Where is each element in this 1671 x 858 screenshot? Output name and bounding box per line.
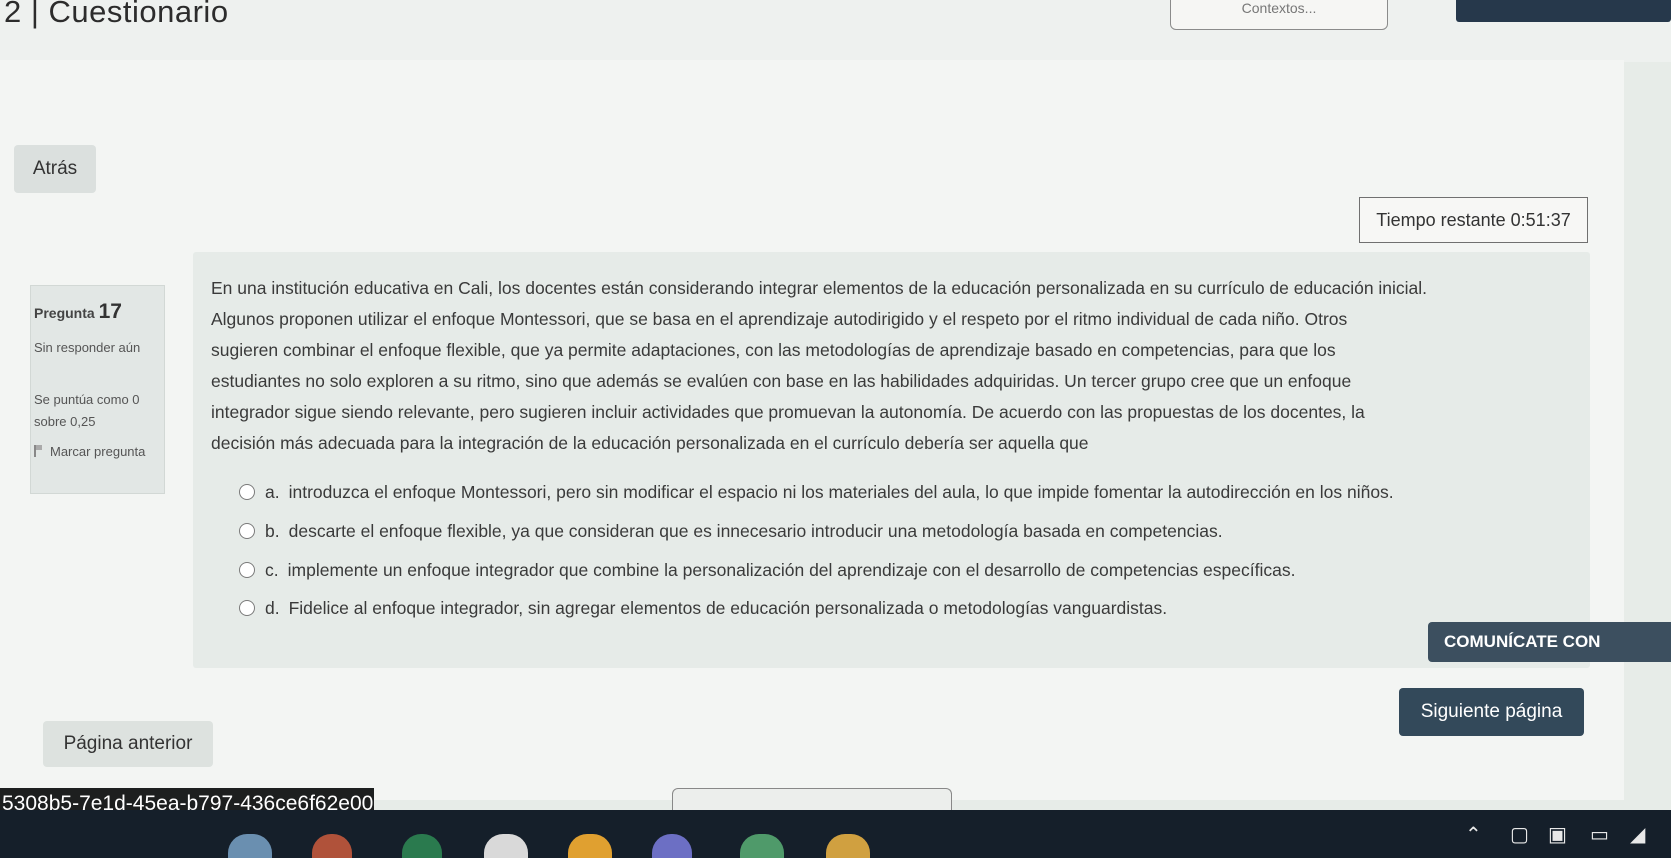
option-c[interactable]: c. implemente un enfoque integrador que c… bbox=[239, 555, 1295, 585]
option-text: introduzca el enfoque Montessori, pero s… bbox=[288, 482, 1394, 502]
taskbar-app-2-icon[interactable] bbox=[312, 834, 352, 858]
language-icon[interactable]: ▣ bbox=[1548, 822, 1567, 846]
question-label: Pregunta 17 bbox=[34, 300, 122, 324]
header-action-button[interactable] bbox=[1456, 0, 1671, 22]
chrome-2-icon[interactable] bbox=[568, 834, 612, 858]
back-button[interactable]: Atrás bbox=[14, 145, 96, 193]
option-letter: b. bbox=[265, 521, 280, 541]
question-label-text: Pregunta bbox=[34, 305, 95, 321]
question-text: En una institución educativa en Cali, lo… bbox=[211, 278, 1428, 453]
flag-label: Marcar pregunta bbox=[50, 444, 146, 459]
taskbar: ⌃ ▢ ▣ ▭ ◢ bbox=[0, 810, 1671, 858]
flag-icon bbox=[34, 445, 44, 457]
question-number: 17 bbox=[98, 300, 122, 323]
taskbar-app-1-icon[interactable] bbox=[228, 834, 272, 858]
option-text: descarte el enfoque flexible, ya que con… bbox=[288, 521, 1223, 541]
battery-icon[interactable]: ▭ bbox=[1590, 822, 1609, 846]
option-letter: a. bbox=[265, 482, 280, 502]
content-tab[interactable] bbox=[672, 788, 952, 811]
chrome-icon[interactable] bbox=[484, 834, 528, 858]
contexts-button[interactable]: Contextos... bbox=[1170, 0, 1388, 30]
question-score: Se puntúa como 0 sobre 0,25 bbox=[34, 392, 140, 429]
header: 2 | Cuestionario Contextos... bbox=[0, 0, 1671, 62]
time-remaining: Tiempo restante 0:51:37 bbox=[1359, 197, 1588, 243]
chevron-up-icon[interactable]: ⌃ bbox=[1465, 822, 1482, 846]
wifi-icon[interactable]: ◢ bbox=[1630, 822, 1645, 846]
chrome-3-icon[interactable] bbox=[740, 834, 784, 858]
question-status: Sin responder aún bbox=[34, 340, 141, 355]
teams-icon[interactable] bbox=[652, 834, 692, 858]
previous-page-button[interactable]: Página anterior bbox=[43, 721, 213, 767]
excel-icon[interactable] bbox=[402, 834, 442, 858]
next-page-button[interactable]: Siguiente página bbox=[1399, 688, 1584, 736]
option-b[interactable]: b. descarte el enfoque flexible, ya que c… bbox=[239, 516, 1223, 546]
flag-question-link[interactable]: Marcar pregunta bbox=[34, 441, 159, 463]
radio-option-a[interactable] bbox=[239, 484, 255, 500]
radio-option-d[interactable] bbox=[239, 600, 255, 616]
option-d[interactable]: d. Fidelice al enfoque integrador, sin ag… bbox=[239, 593, 1167, 623]
radio-option-b[interactable] bbox=[239, 523, 255, 539]
radio-option-c[interactable] bbox=[239, 562, 255, 578]
question-info-panel: Pregunta 17 Sin responder aún Se puntúa … bbox=[30, 285, 165, 494]
chrome-4-icon[interactable] bbox=[826, 834, 870, 858]
option-text: Fidelice al enfoque integrador, sin agre… bbox=[288, 598, 1168, 618]
chat-contact-button[interactable]: COMUNÍCATE CON bbox=[1428, 622, 1671, 662]
option-a[interactable]: a. introduzca el enfoque Montessori, pero… bbox=[239, 477, 1394, 507]
option-letter: c. bbox=[265, 560, 279, 580]
page-title: 2 | Cuestionario bbox=[4, 0, 229, 29]
network-icon[interactable]: ▢ bbox=[1510, 822, 1529, 846]
option-letter: d. bbox=[265, 598, 280, 618]
option-text: implemente un enfoque integrador que com… bbox=[287, 560, 1296, 580]
